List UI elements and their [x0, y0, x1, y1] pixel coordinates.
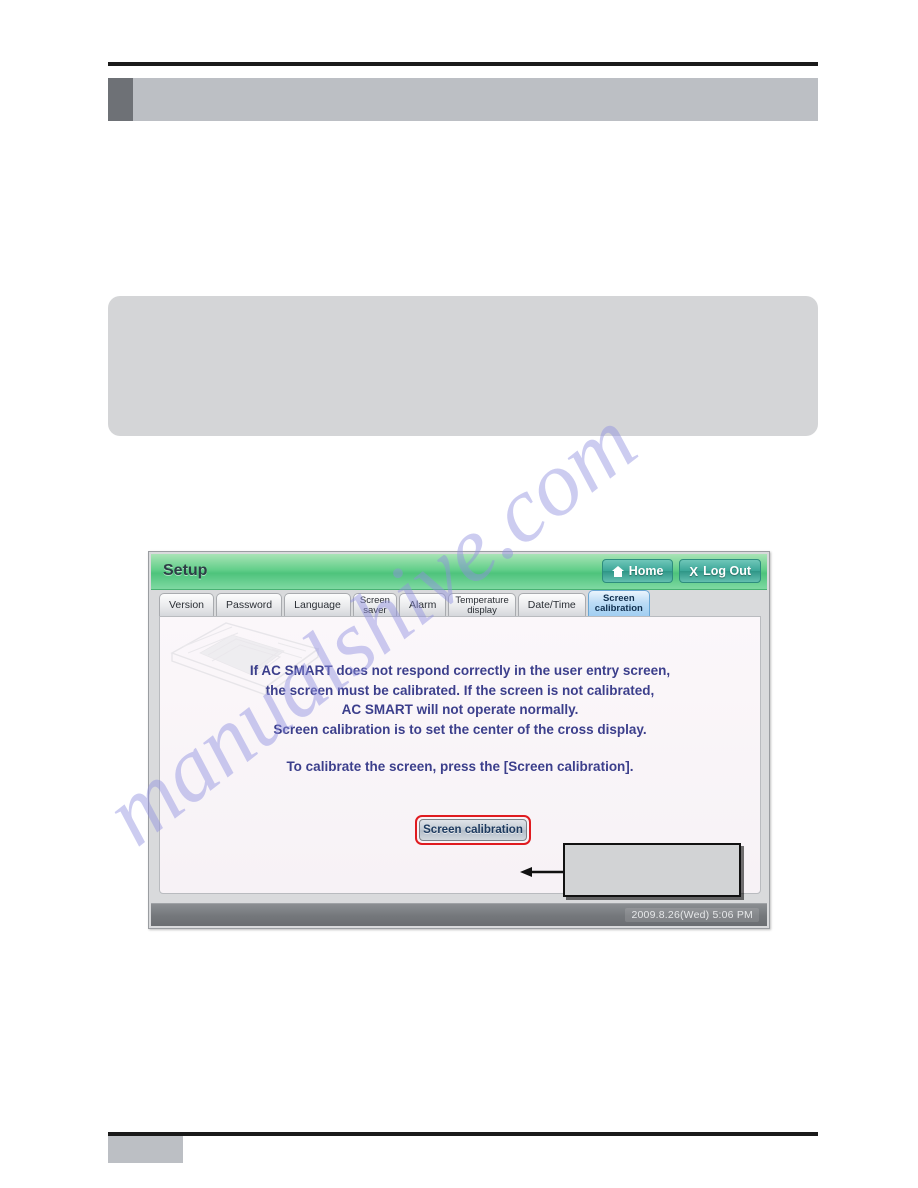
setup-tab-label: Password: [226, 599, 273, 611]
setup-tab-3[interactable]: Screen saver: [352, 593, 397, 617]
calibration-instructions-secondary: To calibrate the screen, press the [Scre…: [286, 759, 634, 774]
home-button-label: Home: [628, 564, 664, 578]
setup-tab-1[interactable]: Password: [216, 593, 283, 617]
setup-tab-2[interactable]: Language: [284, 593, 351, 617]
setup-tab-label: Screen saver: [359, 594, 390, 616]
setup-tab-label: Language: [294, 599, 341, 611]
screen-calibration-button-highlight: Screen calibration: [415, 815, 531, 845]
page-bottom-rule: [108, 1132, 818, 1136]
home-button[interactable]: Home: [601, 559, 674, 583]
device-title: Setup: [163, 562, 208, 579]
setup-tab-label: Temperature display: [455, 594, 509, 616]
note-box: [108, 296, 818, 436]
setup-tab-label: Screen calibration: [594, 593, 643, 614]
device-titlebar-buttons: Home X Log Out: [601, 559, 761, 583]
device-statusbar: 2009.8.26(Wed) 5:06 PM: [151, 903, 767, 926]
setup-tab-6[interactable]: Date/Time: [517, 593, 586, 617]
page-top-rule: [108, 62, 818, 66]
page-footer-box: [108, 1136, 183, 1163]
setup-tab-label: Version: [169, 599, 205, 611]
status-timestamp: 2009.8.26(Wed) 5:06 PM: [625, 908, 759, 922]
setup-tab-7[interactable]: Screen calibration: [587, 590, 650, 617]
calibration-instructions: If AC SMART does not respond correctly i…: [249, 663, 671, 737]
setup-tab-4[interactable]: Alarm: [398, 593, 447, 617]
home-icon: [611, 565, 624, 577]
logout-button-label: Log Out: [703, 564, 751, 578]
screen-calibration-button[interactable]: Screen calibration: [419, 819, 527, 841]
annotation-callout-box: [563, 843, 741, 897]
page-header-accent-tab: [108, 78, 133, 121]
setup-tab-0[interactable]: Version: [159, 593, 215, 617]
device-titlebar: Setup Home X Log Out: [151, 554, 767, 590]
logout-button[interactable]: X Log Out: [679, 559, 761, 583]
setup-tab-5[interactable]: Temperature display: [448, 593, 516, 617]
callout-arrow-icon: [520, 867, 564, 877]
page-header-bar: [108, 78, 818, 121]
setup-tab-label: Alarm: [408, 599, 437, 611]
setup-tab-strip: Version Password Language Screen saver Alarm…: [159, 590, 761, 617]
setup-tab-label: Date/Time: [527, 599, 576, 611]
close-icon: X: [689, 563, 699, 579]
